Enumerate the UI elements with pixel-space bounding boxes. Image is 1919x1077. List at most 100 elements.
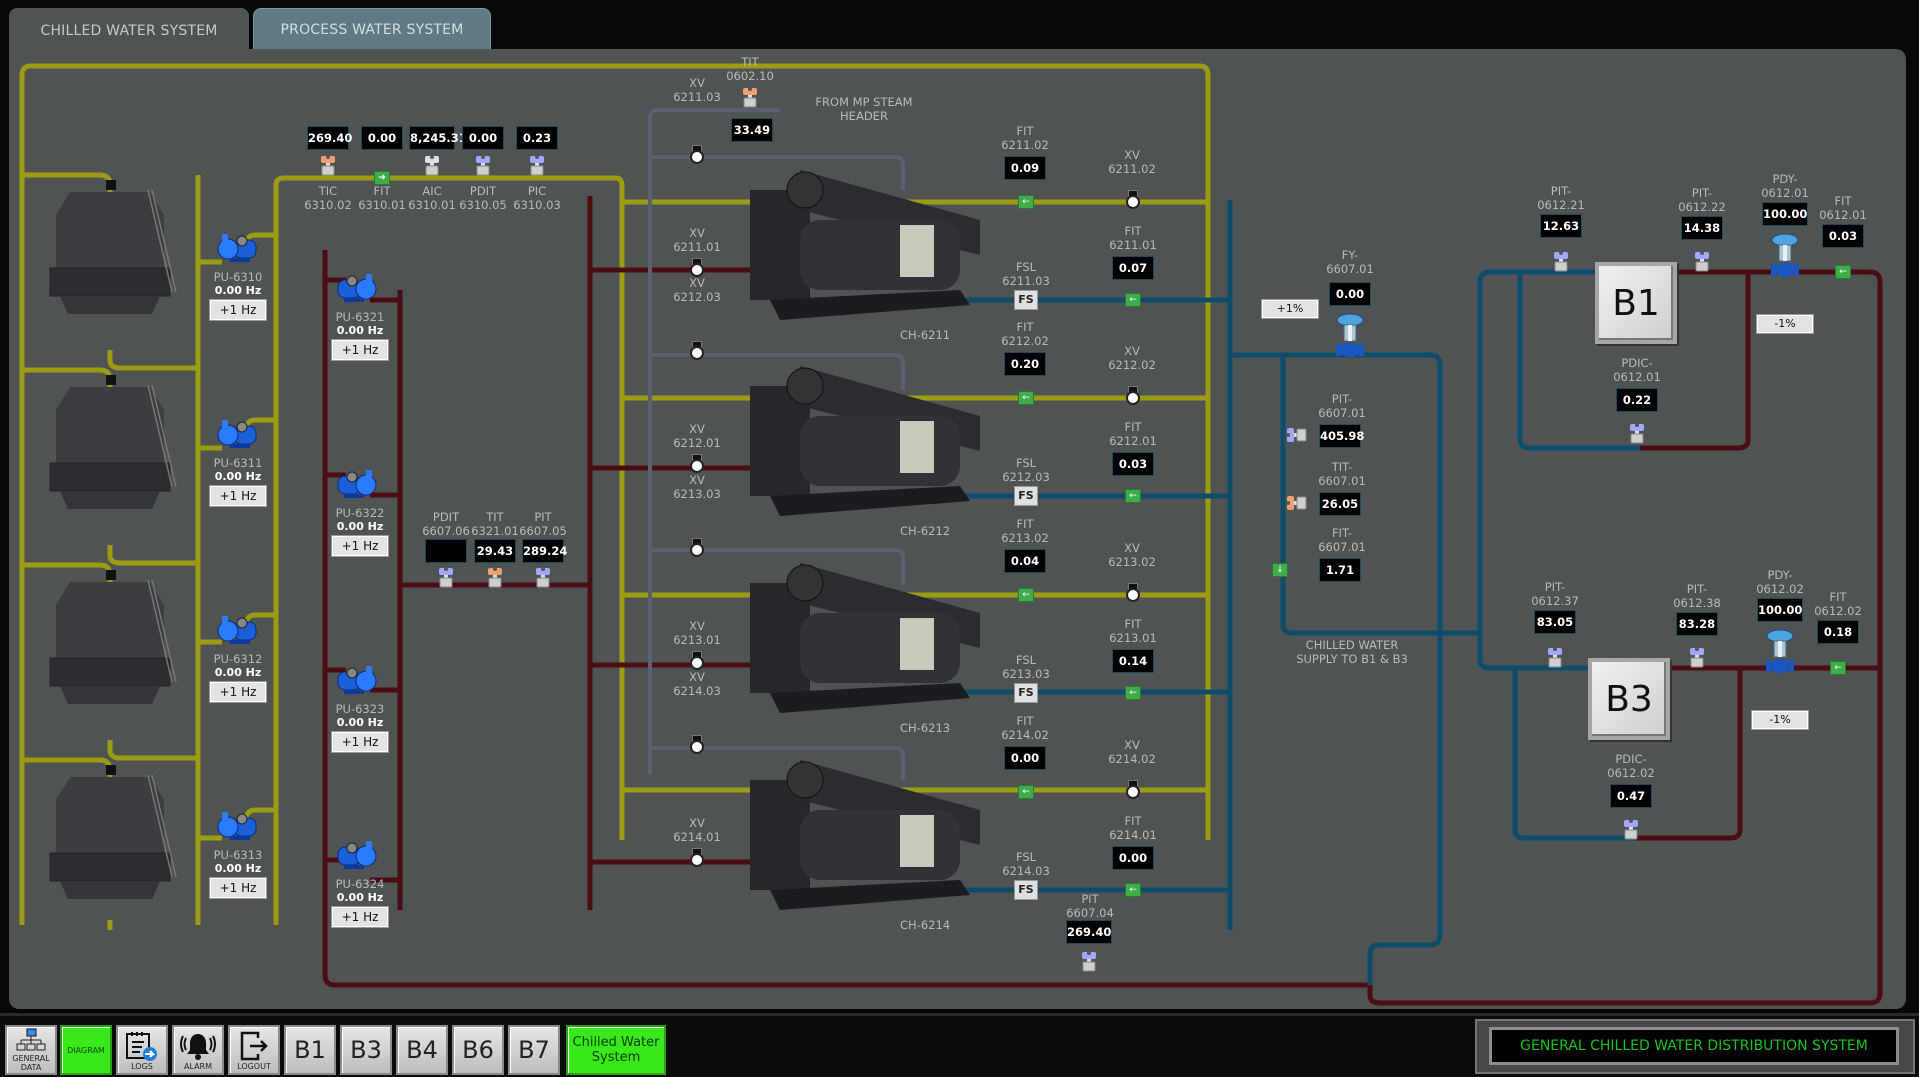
instrument-tag: 6607.04	[1066, 906, 1114, 920]
instrument-tag: 6607.01	[1318, 540, 1366, 554]
pump-header-value	[425, 539, 467, 563]
steam-isolation-valve[interactable]	[690, 346, 704, 360]
flow-switch: FS	[1014, 880, 1038, 900]
nav-b3-button[interactable]: B3	[340, 1025, 392, 1075]
pump-frequency: 0.00 Hz	[214, 284, 262, 297]
instrument-tag: 6214.02	[1001, 728, 1049, 742]
pump-frequency: 0.00 Hz	[214, 470, 262, 483]
condenser-isolation-valve[interactable]	[1126, 391, 1140, 405]
differential-valve-decrease-button[interactable]: -1%	[1751, 710, 1809, 730]
pump-icon	[337, 470, 377, 498]
cooling-tower	[40, 570, 180, 720]
instrument-tag: 6214.03	[673, 684, 721, 698]
condenser-flow-label: FIT 6211.02	[1001, 124, 1049, 152]
logs-button[interactable]: LOGS	[116, 1025, 168, 1075]
pump-increase-button[interactable]: +1 Hz	[209, 299, 267, 321]
differential-valve-value: 100.00	[1757, 598, 1803, 622]
chilled-pump-pu-6324[interactable]	[334, 839, 378, 873]
chilled-pump-pu-6322[interactable]	[334, 468, 378, 502]
instrument-type: XV	[689, 670, 705, 684]
instrument-tag: 0612.22	[1678, 200, 1726, 214]
tab-chilled-water-system[interactable]: CHILLED WATER SYSTEM	[9, 8, 249, 53]
condenser-pump-pu-6310[interactable]	[216, 232, 260, 266]
header-value-pic: 0.23	[516, 126, 558, 150]
supply-temperature-value: 26.05	[1319, 492, 1361, 516]
condenser-pump-pu-6311[interactable]	[216, 418, 260, 452]
chilled-flow-label: FIT 6211.01	[1109, 224, 1157, 252]
condenser-isolation-valve[interactable]	[1126, 195, 1140, 209]
steam-isolation-valve[interactable]	[690, 543, 704, 557]
instrument-type: PDY-	[1772, 172, 1798, 186]
differential-control-valve[interactable]	[1769, 232, 1801, 280]
pump-icon	[337, 274, 377, 302]
tab-process-water-system[interactable]: PROCESS WATER SYSTEM	[253, 8, 491, 50]
chiller-name: CH-6212	[900, 524, 951, 538]
instrument-type: PIT-	[1691, 186, 1713, 200]
pump-increase-button[interactable]: +1 Hz	[331, 535, 389, 557]
supply-valve-increase-button[interactable]: +1%	[1261, 299, 1319, 319]
hot-water-valve-label: XV 6211.01	[673, 226, 721, 254]
flow-meter-icon: ←	[1125, 293, 1141, 307]
instrument-type: XV	[689, 619, 705, 633]
building-b1-button[interactable]: B1	[1595, 262, 1677, 344]
hot-water-isolation-valve[interactable]	[690, 263, 704, 277]
pump-icon	[217, 420, 257, 448]
differential-valve-label: PDY- 0612.02	[1756, 568, 1804, 596]
differential-control-valve[interactable]	[1764, 628, 1796, 676]
general-data-button[interactable]: GENERAL DATA	[5, 1025, 57, 1075]
diagram-button[interactable]: DIAGRAM	[60, 1025, 112, 1075]
building-label: B1	[1612, 282, 1660, 324]
condenser-pump-pu-6312[interactable]	[216, 614, 260, 648]
alarm-button[interactable]: ALARM	[172, 1025, 224, 1075]
outlet-pressure-value: 83.28	[1676, 612, 1718, 636]
instrument-tag: 6321.01	[471, 524, 519, 538]
pump-increase-button[interactable]: +1 Hz	[209, 485, 267, 507]
equipment-graphic	[1336, 313, 1364, 357]
differential-valve-decrease-button[interactable]: -1%	[1756, 314, 1814, 334]
hot-water-isolation-valve[interactable]	[690, 656, 704, 670]
hot-water-isolation-valve[interactable]	[690, 853, 704, 867]
condenser-isolation-valve[interactable]	[1126, 588, 1140, 602]
building-b3-button[interactable]: B3	[1588, 658, 1670, 740]
hot-water-valve-label: XV 6214.01	[673, 816, 721, 844]
equipment-graphic	[1766, 629, 1794, 673]
absorption-chiller-ch-6212[interactable]	[740, 356, 990, 526]
pump-increase-button[interactable]: +1 Hz	[331, 731, 389, 753]
nav-b7-button[interactable]: B7	[508, 1025, 560, 1075]
transmitter-icon	[423, 154, 441, 176]
condenser-isolation-valve[interactable]	[1126, 785, 1140, 799]
steam-isolation-valve[interactable]	[690, 150, 704, 164]
steam-temperature-value: 33.49	[731, 118, 773, 142]
instrument-type: FIT	[1016, 124, 1034, 138]
nav-b1-button[interactable]: B1	[284, 1025, 336, 1075]
chilled-pump-pu-6323[interactable]	[334, 664, 378, 698]
instrument-tag: 6607.05	[519, 524, 567, 538]
chilled-water-system-button[interactable]: Chilled Water System	[566, 1025, 666, 1075]
transmitter-icon	[319, 154, 337, 176]
pump-increase-button[interactable]: +1 Hz	[209, 681, 267, 703]
nav-b4-button[interactable]: B4	[396, 1025, 448, 1075]
equipment-graphic	[49, 765, 177, 899]
instrument-type: FIT	[1834, 194, 1852, 208]
hot-water-isolation-valve[interactable]	[690, 459, 704, 473]
nav-b6-button[interactable]: B6	[452, 1025, 504, 1075]
absorption-chiller-ch-6213[interactable]	[740, 553, 990, 723]
absorption-chiller-ch-6214[interactable]	[740, 750, 990, 920]
differential-pressure-value: 0.47	[1610, 784, 1652, 808]
steam-isolation-valve[interactable]	[690, 740, 704, 754]
instrument-tag: 6211.01	[673, 240, 721, 254]
equipment-graphic	[1286, 496, 1307, 510]
inlet-pressure-label: PIT- 0612.37	[1531, 580, 1579, 608]
pressure-transmitter-icon	[1628, 422, 1646, 444]
chilled-pump-pu-6321[interactable]	[334, 272, 378, 306]
instrument-tag: 6310.02	[304, 198, 352, 212]
logout-button[interactable]: LOGOUT	[228, 1025, 280, 1075]
instrument-type: XV	[1124, 148, 1140, 162]
supply-control-valve[interactable]	[1334, 312, 1366, 360]
absorption-chiller-ch-6211[interactable]	[740, 160, 990, 330]
pump-increase-button[interactable]: +1 Hz	[209, 877, 267, 899]
pump-increase-button[interactable]: +1 Hz	[331, 906, 389, 928]
condenser-pump-pu-6313[interactable]	[216, 810, 260, 844]
instrument-tag: 0612.38	[1673, 596, 1721, 610]
pump-increase-button[interactable]: +1 Hz	[331, 339, 389, 361]
